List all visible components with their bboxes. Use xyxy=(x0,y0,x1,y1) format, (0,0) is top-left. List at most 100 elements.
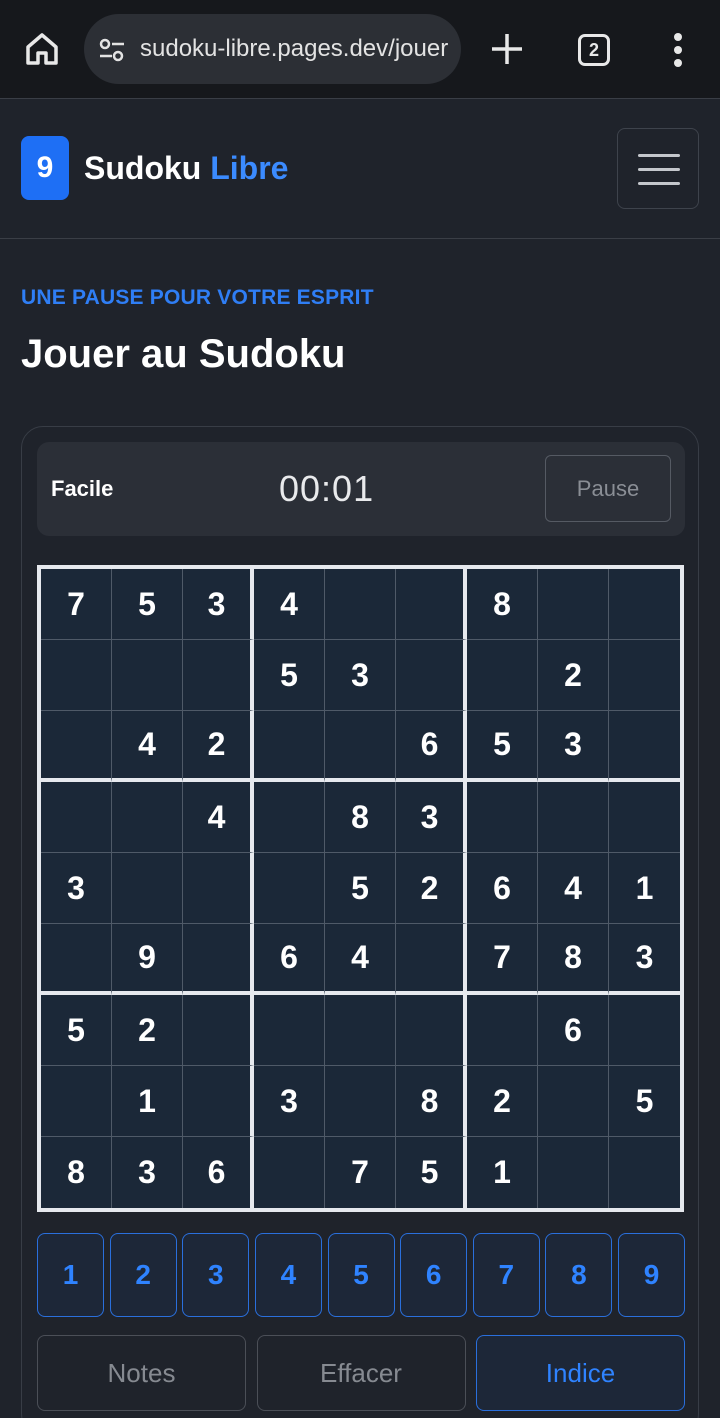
sudoku-cell[interactable]: 3 xyxy=(112,1137,183,1208)
sudoku-cell[interactable]: 8 xyxy=(538,924,609,995)
sudoku-cell[interactable]: 6 xyxy=(254,924,325,995)
sudoku-cell[interactable] xyxy=(183,853,254,924)
sudoku-cell[interactable]: 7 xyxy=(41,569,112,640)
address-bar[interactable]: sudoku-libre.pages.dev/jouer xyxy=(84,14,461,84)
pause-button[interactable]: Pause xyxy=(545,455,671,522)
number-button-1[interactable]: 1 xyxy=(37,1233,104,1317)
sudoku-cell[interactable]: 3 xyxy=(538,711,609,782)
sudoku-cell[interactable]: 4 xyxy=(254,569,325,640)
home-icon[interactable] xyxy=(20,27,64,71)
sudoku-cell[interactable] xyxy=(112,853,183,924)
sudoku-cell[interactable]: 3 xyxy=(609,924,680,995)
sudoku-cell[interactable]: 6 xyxy=(538,995,609,1066)
sudoku-cell[interactable] xyxy=(183,995,254,1066)
tab-switcher-button[interactable]: 2 xyxy=(578,34,610,66)
sudoku-cell[interactable]: 1 xyxy=(609,853,680,924)
sudoku-cell[interactable] xyxy=(112,782,183,853)
sudoku-cell[interactable] xyxy=(325,995,396,1066)
sudoku-cell[interactable]: 6 xyxy=(467,853,538,924)
hint-button[interactable]: Indice xyxy=(476,1335,685,1411)
sudoku-cell[interactable]: 2 xyxy=(396,853,467,924)
sudoku-cell[interactable]: 7 xyxy=(467,924,538,995)
sudoku-cell[interactable] xyxy=(41,924,112,995)
sudoku-cell[interactable] xyxy=(609,995,680,1066)
sudoku-cell[interactable] xyxy=(396,924,467,995)
sudoku-cell[interactable]: 2 xyxy=(112,995,183,1066)
sudoku-cell[interactable] xyxy=(254,853,325,924)
sudoku-cell[interactable]: 6 xyxy=(396,711,467,782)
sudoku-cell[interactable] xyxy=(41,1066,112,1137)
sudoku-cell[interactable]: 4 xyxy=(183,782,254,853)
notes-button[interactable]: Notes xyxy=(37,1335,246,1411)
sudoku-cell[interactable] xyxy=(183,640,254,711)
sudoku-cell[interactable] xyxy=(467,995,538,1066)
sudoku-cell[interactable] xyxy=(538,1066,609,1137)
sudoku-cell[interactable]: 4 xyxy=(538,853,609,924)
sudoku-cell[interactable] xyxy=(609,782,680,853)
sudoku-cell[interactable]: 5 xyxy=(254,640,325,711)
site-settings-icon[interactable] xyxy=(98,36,126,64)
erase-button[interactable]: Effacer xyxy=(256,1335,466,1411)
sudoku-cell[interactable]: 8 xyxy=(467,569,538,640)
sudoku-cell[interactable]: 2 xyxy=(467,1066,538,1137)
sudoku-cell[interactable]: 5 xyxy=(41,995,112,1066)
number-button-5[interactable]: 5 xyxy=(327,1233,395,1317)
sudoku-cell[interactable] xyxy=(396,995,467,1066)
sudoku-cell[interactable] xyxy=(467,640,538,711)
sudoku-cell[interactable] xyxy=(325,1066,396,1137)
sudoku-cell[interactable] xyxy=(609,569,680,640)
number-button-4[interactable]: 4 xyxy=(254,1233,322,1317)
sudoku-cell[interactable] xyxy=(467,782,538,853)
sudoku-cell[interactable] xyxy=(609,711,680,782)
sudoku-cell[interactable]: 4 xyxy=(112,711,183,782)
sudoku-cell[interactable]: 7 xyxy=(325,1137,396,1208)
number-button-7[interactable]: 7 xyxy=(472,1233,540,1317)
sudoku-cell[interactable]: 4 xyxy=(325,924,396,995)
number-button-8[interactable]: 8 xyxy=(545,1233,613,1317)
new-tab-icon[interactable] xyxy=(487,29,527,69)
sudoku-cell[interactable] xyxy=(609,640,680,711)
sudoku-cell[interactable]: 2 xyxy=(538,640,609,711)
sudoku-cell[interactable]: 5 xyxy=(609,1066,680,1137)
sudoku-cell[interactable]: 8 xyxy=(41,1137,112,1208)
sudoku-cell[interactable]: 3 xyxy=(183,569,254,640)
sudoku-cell[interactable] xyxy=(609,1137,680,1208)
sudoku-cell[interactable] xyxy=(538,569,609,640)
sudoku-cell[interactable] xyxy=(41,782,112,853)
sudoku-cell[interactable]: 5 xyxy=(396,1137,467,1208)
logo-badge[interactable]: 9 xyxy=(21,136,69,200)
sudoku-cell[interactable] xyxy=(41,711,112,782)
number-button-2[interactable]: 2 xyxy=(109,1233,177,1317)
sudoku-cell[interactable] xyxy=(538,782,609,853)
hamburger-menu-icon[interactable] xyxy=(617,128,699,209)
sudoku-cell[interactable] xyxy=(183,1066,254,1137)
sudoku-cell[interactable] xyxy=(396,640,467,711)
sudoku-cell[interactable] xyxy=(396,569,467,640)
sudoku-cell[interactable] xyxy=(112,640,183,711)
sudoku-cell[interactable]: 9 xyxy=(112,924,183,995)
sudoku-cell[interactable] xyxy=(41,640,112,711)
sudoku-cell[interactable]: 8 xyxy=(396,1066,467,1137)
sudoku-cell[interactable]: 2 xyxy=(183,711,254,782)
sudoku-cell[interactable]: 8 xyxy=(325,782,396,853)
sudoku-cell[interactable]: 1 xyxy=(467,1137,538,1208)
sudoku-cell[interactable] xyxy=(254,1137,325,1208)
sudoku-cell[interactable] xyxy=(254,782,325,853)
sudoku-cell[interactable]: 3 xyxy=(396,782,467,853)
browser-menu-icon[interactable] xyxy=(662,31,694,69)
sudoku-cell[interactable]: 3 xyxy=(254,1066,325,1137)
sudoku-cell[interactable]: 6 xyxy=(183,1137,254,1208)
sudoku-cell[interactable] xyxy=(254,995,325,1066)
sudoku-cell[interactable]: 1 xyxy=(112,1066,183,1137)
sudoku-cell[interactable] xyxy=(325,711,396,782)
sudoku-cell[interactable] xyxy=(325,569,396,640)
number-button-3[interactable]: 3 xyxy=(182,1233,250,1317)
sudoku-cell[interactable]: 3 xyxy=(325,640,396,711)
sudoku-cell[interactable] xyxy=(254,711,325,782)
number-button-6[interactable]: 6 xyxy=(400,1233,468,1317)
sudoku-cell[interactable]: 5 xyxy=(112,569,183,640)
sudoku-cell[interactable] xyxy=(538,1137,609,1208)
sudoku-cell[interactable]: 5 xyxy=(467,711,538,782)
sudoku-cell[interactable]: 3 xyxy=(41,853,112,924)
site-brand[interactable]: Sudoku Libre xyxy=(84,146,288,190)
